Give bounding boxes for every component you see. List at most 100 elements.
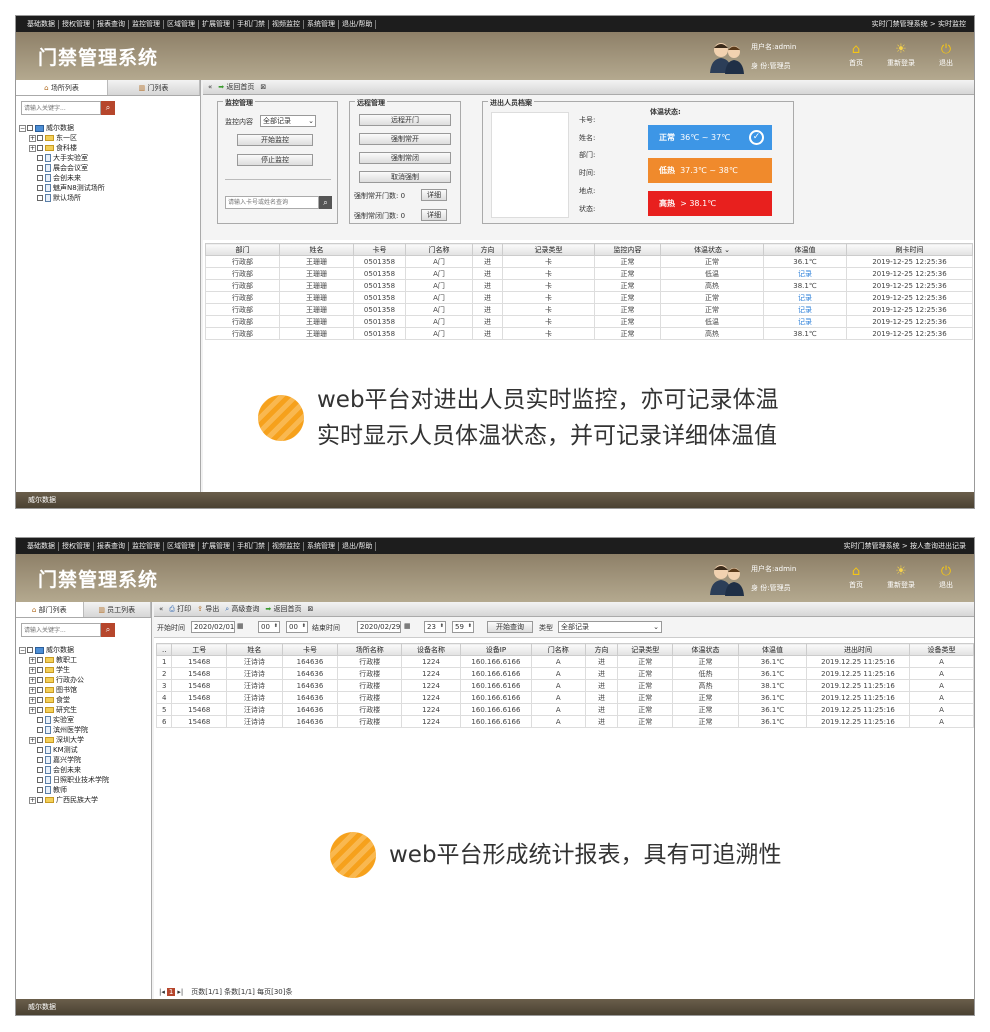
column-header[interactable]: 设备名称 [401, 643, 461, 656]
menu-item[interactable]: 退出/帮助 [339, 541, 377, 551]
table-cell[interactable]: 记录 [763, 267, 847, 280]
first-page-icon[interactable]: |◂ [159, 988, 165, 996]
force-close-button[interactable]: 强制常闭 [359, 152, 451, 164]
table-row[interactable]: 行政部 王珊珊 0501358 A门进卡正常 低温 记录 2019-12-25 12:25:… [205, 315, 973, 328]
column-header[interactable]: 体温状态 [672, 643, 739, 656]
tree-node[interactable]: + 行政办公 [19, 675, 151, 685]
menu-item[interactable]: 授权管理 [59, 541, 94, 551]
print-button[interactable]: ⎙ 打印 [169, 604, 191, 614]
tree-node[interactable]: 会创未来 [19, 765, 151, 775]
tab-departments[interactable]: ⌂ 部门列表 [16, 602, 84, 617]
end-minute-input[interactable]: 59 ⬍ [452, 621, 474, 633]
menu-item[interactable]: 扩展管理 [199, 19, 234, 29]
start-hour-input[interactable]: 00 ⬍ [258, 621, 280, 633]
table-row[interactable]: 2 15468 汪诗诗 164636 行政楼 1224 160.166.6166 A 进正常 低热… [155, 667, 974, 680]
column-header[interactable]: 方向 [472, 243, 503, 256]
column-header[interactable]: 工号 [171, 643, 228, 656]
menu-item[interactable]: 报表查询 [94, 541, 129, 551]
tree-node[interactable]: + 深圳大学 [19, 735, 151, 745]
column-header[interactable]: 设备类型 [909, 643, 974, 656]
tree-node[interactable]: + 图书馆 [19, 685, 151, 695]
calendar-icon[interactable]: ▦ [404, 622, 411, 630]
tree-node[interactable]: − 威尔数据 [19, 123, 200, 133]
table-cell[interactable]: 记录 [763, 303, 847, 316]
table-row[interactable]: 1 15468 汪诗诗 164636 行政楼 1224 160.166.6166 A 进正常 正常… [155, 655, 974, 668]
type-select[interactable]: 全部记录 ⌄ [558, 621, 662, 633]
table-row[interactable]: 行政部 王珊珊 0501358 A门进卡正常 低温 记录 2019-12-25 12:25:… [205, 267, 973, 280]
tree-node[interactable]: 展会会议室 [19, 163, 200, 173]
stop-monitor-button[interactable]: 停止监控 [237, 154, 313, 166]
tree-node[interactable]: + 东一区 [19, 133, 200, 143]
search-icon[interactable]: ⌕ [101, 623, 115, 637]
menu-item[interactable]: 监控管理 [129, 541, 164, 551]
force-open-button[interactable]: 强制常开 [359, 133, 451, 145]
menu-item[interactable]: 系统管理 [304, 541, 339, 551]
menu-item[interactable]: 报表查询 [94, 19, 129, 29]
tree-node[interactable]: 日照职业技术学院 [19, 775, 151, 785]
column-header[interactable]: 门名称 [405, 243, 473, 256]
tree-node[interactable]: + 学生 [19, 665, 151, 675]
menu-item[interactable]: 系统管理 [304, 19, 339, 29]
cancel-force-button[interactable]: 取消强制 [359, 171, 451, 183]
tree-node[interactable]: 嘉兴学院 [19, 755, 151, 765]
menu-item[interactable]: 扩展管理 [199, 541, 234, 551]
column-header[interactable]: .. [155, 643, 173, 656]
column-header[interactable]: 部门 [205, 243, 280, 256]
tab-venues[interactable]: ⌂ 场所列表 [16, 80, 108, 95]
column-header[interactable]: 卡号 [281, 643, 339, 656]
start-minute-input[interactable]: 00 ⬍ [286, 621, 308, 633]
content-select[interactable]: 全部记录 ⌄ [260, 115, 316, 127]
remote-open-button[interactable]: 远程开门 [359, 114, 451, 126]
tree-node[interactable]: 默认场所 [19, 193, 200, 203]
query-button[interactable]: 开始查询 [487, 621, 533, 633]
column-header[interactable]: 监控内容 [594, 243, 661, 256]
start-date-input[interactable]: 2020/02/01 [191, 621, 235, 633]
last-page-icon[interactable]: ▸| [177, 988, 183, 996]
tab-employees[interactable]: ▥ 员工列表 [84, 602, 151, 617]
tree-node[interactable]: − 威尔数据 [19, 645, 151, 655]
back-home-button[interactable]: ➡ 返回首页 [265, 604, 301, 614]
column-header[interactable]: 方向 [584, 643, 619, 656]
column-header[interactable]: 记录类型 [502, 243, 595, 256]
home-button[interactable]: ⌂ 首页 [837, 563, 875, 590]
menu-item[interactable]: 视频监控 [269, 541, 304, 551]
relogin-button[interactable]: ☀ 重新登录 [882, 563, 920, 590]
column-header[interactable]: 设备IP [459, 643, 532, 656]
column-header[interactable]: 进出时间 [805, 643, 911, 656]
tree-node[interactable]: 实验室 [19, 715, 151, 725]
page-number[interactable]: 1 [166, 988, 176, 996]
menu-item[interactable]: 视频监控 [269, 19, 304, 29]
logout-button[interactable]: ⏻ 退出 [927, 563, 965, 590]
detail-button[interactable]: 详细 [421, 189, 447, 201]
menu-item[interactable]: 基础数据 [24, 19, 59, 29]
column-header[interactable]: 场所名称 [337, 643, 403, 656]
column-header[interactable]: 刷卡时间 [846, 243, 973, 256]
home-button[interactable]: ⌂ 首页 [837, 41, 875, 68]
card-search-input[interactable] [225, 196, 319, 209]
column-header[interactable]: 记录类型 [617, 643, 674, 656]
menu-item[interactable]: 监控管理 [129, 19, 164, 29]
menu-item[interactable]: 退出/帮助 [339, 19, 377, 29]
search-input[interactable] [21, 101, 101, 115]
logout-button[interactable]: ⏻ 退出 [927, 41, 965, 68]
collapse-icon[interactable]: « [208, 83, 212, 91]
tree-node[interactable]: + 广西民族大学 [19, 795, 151, 805]
table-row[interactable]: 行政部 王珊珊 0501358 A门进卡正常 正常 36.1℃ 2019-12-25 12:… [205, 255, 973, 268]
tree-node[interactable]: + 食科楼 [19, 143, 200, 153]
table-row[interactable]: 4 15468 汪诗诗 164636 行政楼 1224 160.166.6166 A 进正常 正常… [155, 691, 974, 704]
table-row[interactable]: 行政部 王珊珊 0501358 A门进卡正常 正常 记录 2019-12-25 12:25:… [205, 303, 973, 316]
column-header[interactable]: 姓名 [226, 643, 283, 656]
fullscreen-icon[interactable]: ⊠ [260, 83, 266, 91]
detail-button[interactable]: 详细 [421, 209, 447, 221]
tree-node[interactable]: + 食堂 [19, 695, 151, 705]
table-row[interactable]: 行政部 王珊珊 0501358 A门进卡正常 高热 38.1℃ 2019-12-25 12:… [205, 279, 973, 292]
tree-node[interactable]: KM测试 [19, 745, 151, 755]
table-row[interactable]: 行政部 王珊珊 0501358 A门进卡正常 高热 38.1℃ 2019-12-25 12:… [205, 327, 973, 340]
menu-item[interactable]: 区域管理 [164, 541, 199, 551]
collapse-icon[interactable]: « [159, 605, 163, 613]
relogin-button[interactable]: ☀ 重新登录 [882, 41, 920, 68]
end-date-input[interactable]: 2020/02/29 [357, 621, 401, 633]
calendar-icon[interactable]: ▦ [237, 622, 244, 630]
export-button[interactable]: ⇪ 导出 [197, 604, 219, 614]
menu-item[interactable]: 手机门禁 [234, 541, 269, 551]
